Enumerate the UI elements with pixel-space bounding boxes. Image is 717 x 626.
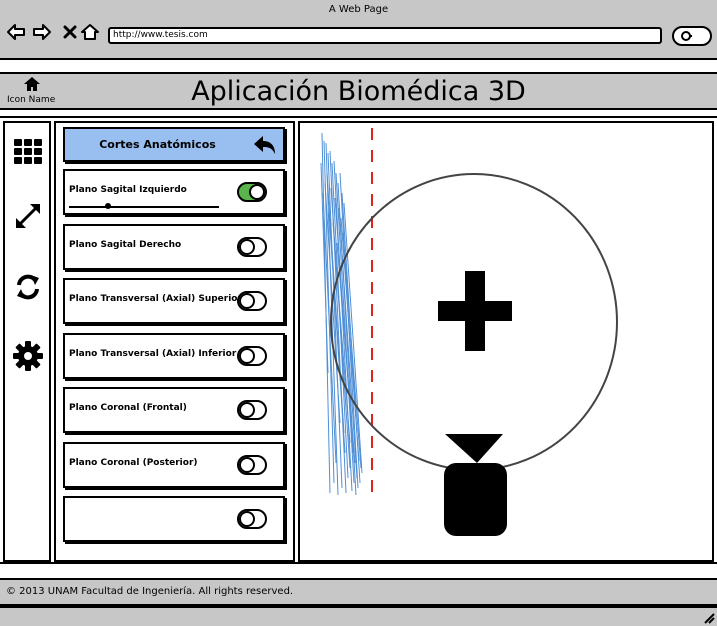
close-icon[interactable] bbox=[60, 22, 80, 42]
neck-shape bbox=[445, 434, 503, 463]
footer: © 2013 UNAM Facultad de Ingeniería. All … bbox=[0, 578, 717, 606]
cut-plane-row[interactable]: Plano Coronal (Posterior) bbox=[63, 441, 285, 488]
tool-rail bbox=[3, 121, 51, 562]
cut-plane-label: Plano Coronal (Posterior) bbox=[69, 457, 198, 468]
cut-plane-row[interactable]: Plano Transversal (Axial) Inferior bbox=[63, 332, 285, 379]
cut-plane-row[interactable] bbox=[63, 496, 285, 542]
browser-toolbar: A Web Page http://www.tesis.com bbox=[0, 0, 717, 60]
grid-icon[interactable] bbox=[11, 135, 45, 169]
cut-plane-label: Plano Sagital Derecho bbox=[69, 239, 182, 250]
toggle-knob bbox=[239, 511, 255, 527]
cut-plane-toggle[interactable] bbox=[237, 182, 267, 202]
cut-plane-row[interactable]: Plano Coronal (Frontal) bbox=[63, 387, 285, 433]
cut-plane-label: Plano Coronal (Frontal) bbox=[69, 403, 187, 413]
viewer-canvas[interactable] bbox=[298, 121, 714, 562]
page-title: Aplicación Biomédica 3D bbox=[191, 76, 526, 107]
cut-plane-row[interactable]: Plano Transversal (Axial) Superior bbox=[63, 278, 285, 324]
home-icon[interactable] bbox=[80, 22, 100, 42]
cut-plane-toggle[interactable] bbox=[237, 291, 267, 311]
panel-header: Cortes Anatómicos bbox=[63, 127, 285, 162]
toggle-knob bbox=[239, 238, 255, 255]
status-bar bbox=[0, 606, 717, 626]
refresh-icon[interactable] bbox=[11, 270, 45, 304]
undo-arrow-icon[interactable] bbox=[253, 135, 277, 155]
search-icon bbox=[681, 31, 692, 41]
crosshair-icon bbox=[438, 271, 512, 351]
url-input[interactable]: http://www.tesis.com bbox=[108, 27, 662, 44]
cut-position-slider[interactable] bbox=[69, 206, 219, 208]
cut-plane-label: Plano Transversal (Axial) Inferior bbox=[69, 348, 237, 359]
resize-diagonal-icon[interactable] bbox=[11, 199, 45, 233]
sagittal-hatch bbox=[320, 132, 363, 496]
toggle-knob bbox=[239, 456, 255, 473]
app-header: Icon Name Aplicación Biomédica 3D bbox=[0, 72, 717, 110]
head-model-view bbox=[320, 128, 618, 536]
back-arrow-icon[interactable] bbox=[6, 22, 26, 42]
cut-plane-label: Plano Transversal (Axial) Superior bbox=[69, 294, 242, 304]
cut-plane-row[interactable]: Plano Sagital Izquierdo bbox=[63, 169, 285, 215]
panel-title: Cortes Anatómicos bbox=[99, 138, 216, 151]
cut-plane-toggle[interactable] bbox=[237, 400, 267, 420]
gear-icon[interactable] bbox=[11, 339, 45, 373]
cut-plane-row[interactable]: Plano Sagital Derecho bbox=[63, 223, 285, 270]
toggle-knob bbox=[239, 347, 255, 364]
search-field[interactable] bbox=[672, 26, 712, 46]
toggle-knob bbox=[239, 402, 255, 418]
resize-grip-icon[interactable] bbox=[703, 612, 715, 624]
slider-thumb[interactable] bbox=[105, 203, 111, 209]
neck-block bbox=[444, 463, 507, 536]
cut-plane-toggle[interactable] bbox=[237, 509, 267, 529]
cut-plane-toggle[interactable] bbox=[237, 345, 267, 366]
anatomical-cuts-panel: Cortes Anatómicos Plano Sagital Izquierd… bbox=[54, 121, 295, 562]
forward-arrow-icon[interactable] bbox=[32, 22, 52, 42]
toggle-knob bbox=[249, 184, 265, 200]
cut-plane-label: Plano Sagital Izquierdo bbox=[69, 185, 187, 195]
window-title: A Web Page bbox=[328, 4, 389, 15]
cut-plane-toggle[interactable] bbox=[237, 236, 267, 257]
toggle-knob bbox=[239, 293, 255, 309]
cut-plane-toggle[interactable] bbox=[237, 454, 267, 475]
